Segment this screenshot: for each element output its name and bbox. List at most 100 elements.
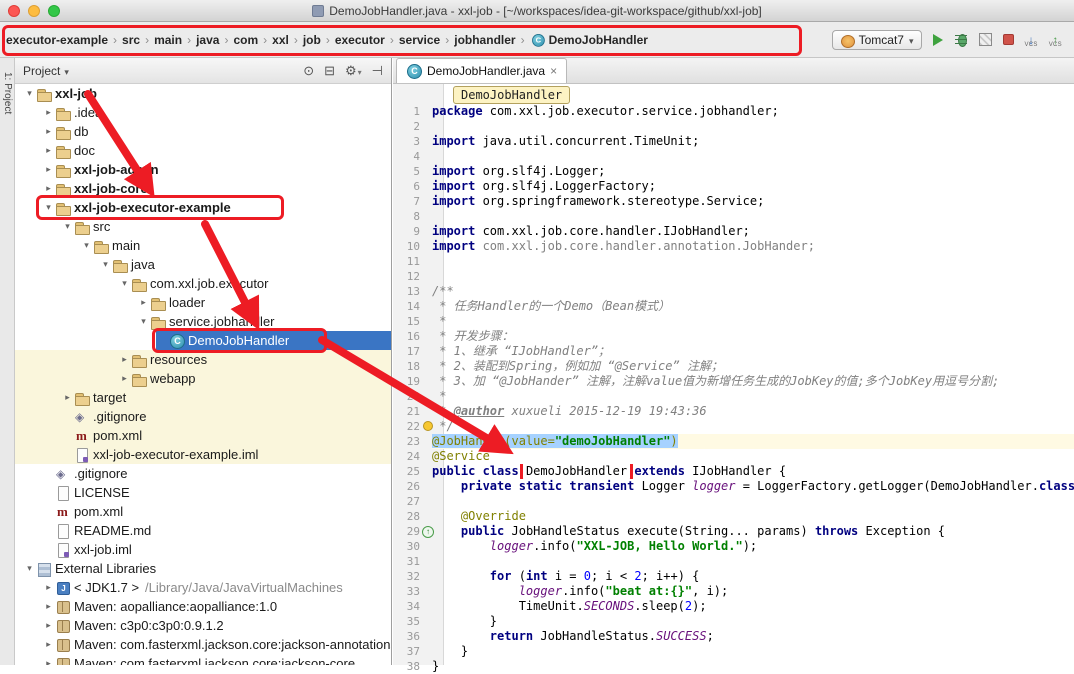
- tree-item-main[interactable]: ▾main: [15, 236, 391, 255]
- tree-expanded-chevron-icon[interactable]: ▾: [137, 316, 150, 327]
- code-line-36[interactable]: 36 return JobHandleStatus.SUCCESS;: [393, 629, 1074, 644]
- code-line-18[interactable]: 18 * 2、装配到Spring，例如加 “@Service” 注解；: [393, 359, 1074, 374]
- tree-item-maven-c3p0-c3p0-0-9-1-2[interactable]: ▸Maven: c3p0:c3p0:0.9.1.2: [15, 616, 391, 635]
- tree-item-maven-com-fasterxml-jackson-core-jackson-annotations[interactable]: ▸Maven: com.fasterxml.jackson.core:jacks…: [15, 635, 391, 654]
- tree-expanded-chevron-icon[interactable]: ▾: [99, 259, 112, 270]
- code-line-5[interactable]: 5import org.slf4j.Logger;: [393, 164, 1074, 179]
- tab-demojobhandler-java[interactable]: DemoJobHandler.java: [396, 58, 567, 83]
- tree-item-maven-com-fasterxml-jackson-core-jackson-core[interactable]: ▸Maven: com.fasterxml.jackson.core:jacks…: [15, 654, 391, 665]
- tree-expanded-chevron-icon[interactable]: ▾: [23, 563, 36, 574]
- tree-item-demojobhandler[interactable]: DemoJobHandler: [15, 331, 391, 350]
- tree-expanded-chevron-icon[interactable]: ▾: [23, 88, 36, 99]
- scroll-to-source-icon[interactable]: [303, 63, 314, 79]
- code-line-19[interactable]: 19 * 3、加 “@JobHander” 注解，注解value值为新增任务生成…: [393, 374, 1074, 389]
- tree-collapsed-chevron-icon[interactable]: ▸: [42, 582, 55, 593]
- tree-item-xxl-job-admin[interactable]: ▸xxl-job-admin: [15, 160, 391, 179]
- breadcrumb-item-demojobhandler[interactable]: DemoJobHandler: [528, 31, 650, 49]
- code-line-37[interactable]: 37 }: [393, 644, 1074, 659]
- tree-item-license[interactable]: LICENSE: [15, 483, 391, 502]
- tree-item-src[interactable]: ▾src: [15, 217, 391, 236]
- breadcrumb-item-job[interactable]: job: [301, 32, 323, 48]
- tree-expanded-chevron-icon[interactable]: ▾: [61, 221, 74, 232]
- close-tab-icon[interactable]: [550, 64, 557, 78]
- code-line-28[interactable]: 28 @Override: [393, 509, 1074, 524]
- tree-item-loader[interactable]: ▸loader: [15, 293, 391, 312]
- code-line-7[interactable]: 7import org.springframework.stereotype.S…: [393, 194, 1074, 209]
- breadcrumb-item-main[interactable]: main: [152, 32, 184, 48]
- project-view-dropdown[interactable]: Project: [23, 64, 69, 78]
- tree-collapsed-chevron-icon[interactable]: ▸: [42, 164, 55, 175]
- code-line-9[interactable]: 9import com.xxl.job.core.handler.IJobHan…: [393, 224, 1074, 239]
- breadcrumb-item-service[interactable]: service: [397, 32, 442, 48]
- run-configuration-select[interactable]: Tomcat7: [832, 30, 922, 50]
- code-line-21[interactable]: 21 * @author xuxueli 2015-12-19 19:43:36: [393, 404, 1074, 419]
- tree-item-maven-aopalliance-aopalliance-1-0[interactable]: ▸Maven: aopalliance:aopalliance:1.0: [15, 597, 391, 616]
- tree-item-jdk1-7[interactable]: ▸< JDK1.7 >/Library/Java/JavaVirtualMach…: [15, 578, 391, 597]
- code-line-13[interactable]: 13/**: [393, 284, 1074, 299]
- breadcrumb-item-executor-example[interactable]: executor-example: [4, 32, 110, 48]
- breadcrumb-item-jobhandler[interactable]: jobhandler: [452, 32, 517, 48]
- breadcrumb-item-src[interactable]: src: [120, 32, 142, 48]
- code-line-34[interactable]: 34 TimeUnit.SECONDS.sleep(2);: [393, 599, 1074, 614]
- tree-expanded-chevron-icon[interactable]: ▾: [118, 278, 131, 289]
- code-line-11[interactable]: 11: [393, 254, 1074, 269]
- tree-item-service-jobhandler[interactable]: ▾service.jobhandler: [15, 312, 391, 331]
- stop-button[interactable]: [1003, 34, 1014, 45]
- code-line-17[interactable]: 17 * 1、继承 “IJobHandler”；: [393, 344, 1074, 359]
- code-line-31[interactable]: 31: [393, 554, 1074, 569]
- project-tool-window-button[interactable]: 1: Project: [2, 72, 13, 114]
- code-line-4[interactable]: 4: [393, 149, 1074, 164]
- vcs-update-button[interactable]: VCS: [1025, 31, 1038, 48]
- tree-item-idea[interactable]: ▸.idea: [15, 103, 391, 122]
- vcs-commit-button[interactable]: VCS: [1049, 31, 1062, 48]
- tree-item-com-xxl-job-executor[interactable]: ▾com.xxl.job.executor: [15, 274, 391, 293]
- tree-item-java[interactable]: ▾java: [15, 255, 391, 274]
- tree-item-target[interactable]: ▸target: [15, 388, 391, 407]
- code-line-29[interactable]: 29 public JobHandleStatus execute(String…: [393, 524, 1074, 539]
- tree-item-db[interactable]: ▸db: [15, 122, 391, 141]
- tree-item-pom-xml[interactable]: pom.xml: [15, 426, 391, 445]
- code-line-10[interactable]: 10import com.xxl.job.core.handler.annota…: [393, 239, 1074, 254]
- code-line-6[interactable]: 6import org.slf4j.LoggerFactory;: [393, 179, 1074, 194]
- breadcrumb-item-xxl[interactable]: xxl: [270, 32, 291, 48]
- hide-panel-icon[interactable]: [372, 63, 383, 79]
- code-line-1[interactable]: 1package com.xxl.job.executor.service.jo…: [393, 104, 1074, 119]
- code-line-8[interactable]: 8: [393, 209, 1074, 224]
- debug-button[interactable]: [954, 33, 968, 47]
- code-line-23[interactable]: 23@JobHander(value="demoJobHandler"): [393, 434, 1074, 449]
- tree-collapsed-chevron-icon[interactable]: ▸: [42, 183, 55, 194]
- code-line-33[interactable]: 33 logger.info("beat at:{}", i);: [393, 584, 1074, 599]
- tree-expanded-chevron-icon[interactable]: ▾: [42, 202, 55, 213]
- tree-collapsed-chevron-icon[interactable]: ▸: [42, 126, 55, 137]
- code-line-20[interactable]: 20 *: [393, 389, 1074, 404]
- collapse-all-icon[interactable]: [324, 63, 335, 79]
- code-line-15[interactable]: 15 *: [393, 314, 1074, 329]
- tree-item-xxl-job-iml[interactable]: xxl-job.iml: [15, 540, 391, 559]
- tree-item-webapp[interactable]: ▸webapp: [15, 369, 391, 388]
- tree-collapsed-chevron-icon[interactable]: ▸: [42, 145, 55, 156]
- tree-collapsed-chevron-icon[interactable]: ▸: [118, 354, 131, 365]
- code-line-16[interactable]: 16 * 开发步骤：: [393, 329, 1074, 344]
- code-line-30[interactable]: 30 logger.info("XXL-JOB, Hello World.");: [393, 539, 1074, 554]
- code-line-25[interactable]: 25public class DemoJobHandler extends IJ…: [393, 464, 1074, 479]
- tree-item-xxl-job-core[interactable]: ▸xxl-job-core: [15, 179, 391, 198]
- code-line-3[interactable]: 3import java.util.concurrent.TimeUnit;: [393, 134, 1074, 149]
- gear-icon[interactable]: [345, 63, 362, 79]
- code-line-32[interactable]: 32 for (int i = 0; i < 2; i++) {: [393, 569, 1074, 584]
- run-button[interactable]: [933, 34, 943, 46]
- tree-item-gitignore[interactable]: .gitignore: [15, 464, 391, 483]
- tree-collapsed-chevron-icon[interactable]: ▸: [42, 658, 55, 665]
- tree-collapsed-chevron-icon[interactable]: ▸: [61, 392, 74, 403]
- tree-item-xxl-job[interactable]: ▾xxl-job: [15, 84, 391, 103]
- tree-collapsed-chevron-icon[interactable]: ▸: [42, 601, 55, 612]
- code-line-24[interactable]: 24@Service: [393, 449, 1074, 464]
- tree-collapsed-chevron-icon[interactable]: ▸: [137, 297, 150, 308]
- override-gutter-icon[interactable]: [422, 526, 434, 538]
- tree-item-xxl-job-executor-example-iml[interactable]: xxl-job-executor-example.iml: [15, 445, 391, 464]
- breadcrumb-item-java[interactable]: java: [194, 32, 221, 48]
- code-line-12[interactable]: 12: [393, 269, 1074, 284]
- tree-expanded-chevron-icon[interactable]: ▾: [80, 240, 93, 251]
- code-line-22[interactable]: 22 */: [393, 419, 1074, 434]
- code-line-35[interactable]: 35 }: [393, 614, 1074, 629]
- tree-collapsed-chevron-icon[interactable]: ▸: [42, 639, 55, 650]
